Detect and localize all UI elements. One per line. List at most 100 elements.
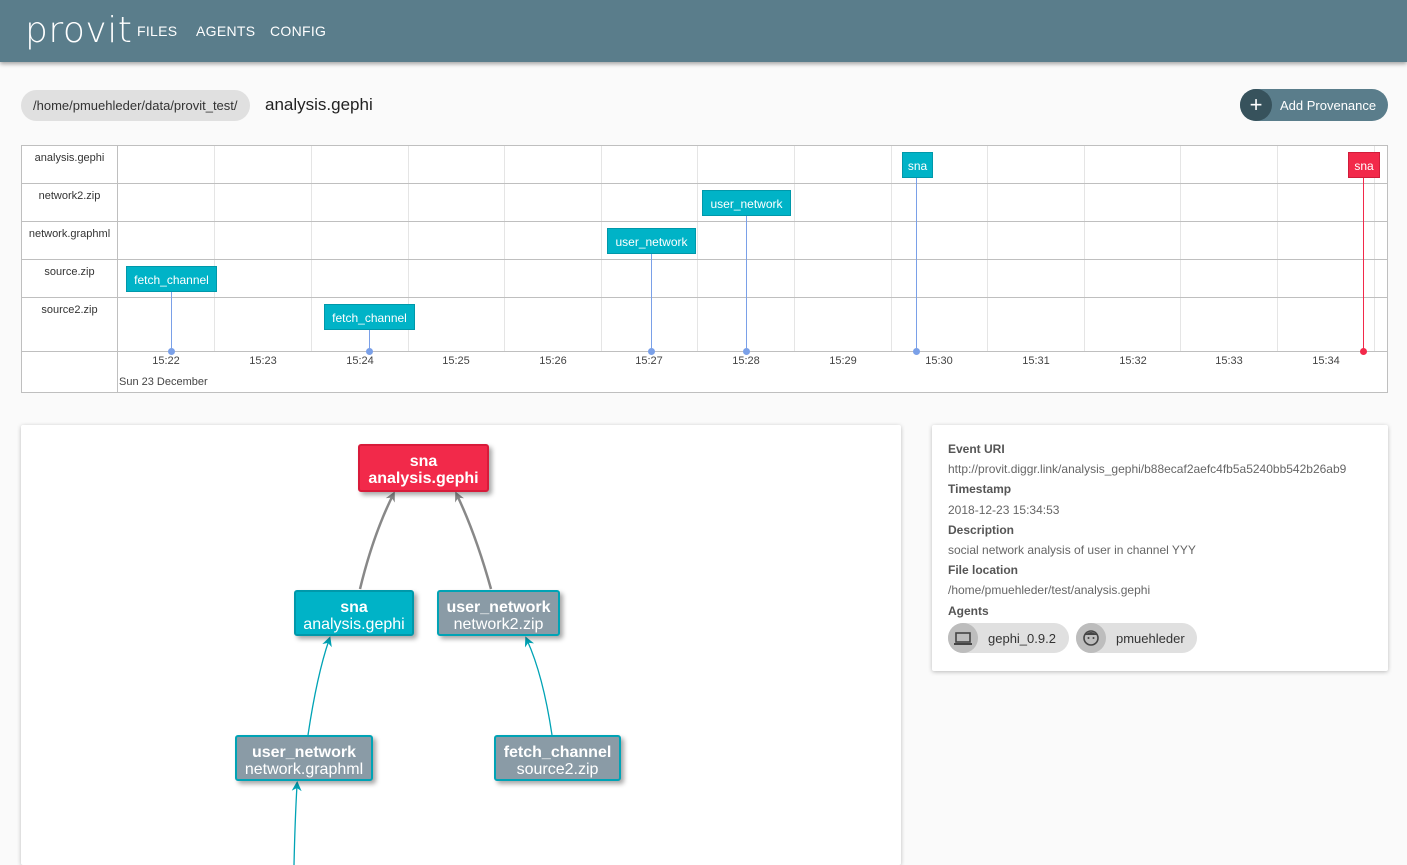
graph-edge [307,636,332,736]
file-location-value: /home/pmuehleder/test/analysis.gephi [948,583,1151,597]
event-uri-value: http://provit.diggr.link/analysis_gephi/… [948,462,1347,476]
timeline-event-user-network[interactable]: user_network [607,228,696,254]
timeline-event-fetch-channel[interactable]: fetch_channel [126,266,217,292]
time-tick-label: 15:24 [346,355,374,367]
node-file: analysis.gephi [368,470,479,487]
grid-line [1277,146,1278,352]
event-dot [913,348,920,355]
node-activity: user_network [251,744,357,761]
time-tick-label: 15:32 [1119,355,1147,367]
provenance-graph: sna analysis.gephi sna analysis.gephi us… [21,425,901,865]
time-tick-label: 15:25 [442,355,470,367]
graph-node-fetch-channel-2[interactable]: fetch_channel source2.zip [494,735,621,781]
grid-line [504,146,505,352]
agent-chip-gephi[interactable]: gephi_0.9.2 [948,623,1069,653]
agents-label: Agents [948,604,989,618]
timeline-row-label: network2.zip [38,190,101,202]
description-value: social network analysis of user in chann… [948,543,1196,557]
timestamp-label: Timestamp [948,482,1012,496]
graph-node-sna[interactable]: sna analysis.gephi [294,590,414,636]
event-stem [916,178,917,351]
event-stem [746,216,747,351]
timeline-row-label: source2.zip [41,304,98,316]
laptop-icon [948,623,978,653]
grid-line [987,146,988,352]
graph-edge [291,781,302,865]
row-divider [22,297,1387,298]
event-dot [168,348,175,355]
event-dot [366,348,373,355]
top-app-bar: provit FILES AGENTS CONFIG [0,0,1407,62]
agent-name: gephi_0.9.2 [988,631,1056,646]
time-tick-label: 15:31 [1022,355,1050,367]
row-divider [22,183,1387,184]
file-title: analysis.gephi [265,95,373,114]
plus-icon: + [1240,89,1272,121]
time-tick-label: 15:30 [925,355,953,367]
graph-edge [455,491,493,590]
timeline-row-label: analysis.gephi [34,152,105,164]
node-file: analysis.gephi [303,616,405,633]
grid-line [601,146,602,352]
app-logo[interactable]: provit [25,10,132,51]
grid-line [1084,146,1085,352]
event-dot [648,348,655,355]
time-tick-label: 15:28 [732,355,760,367]
nav-files[interactable]: FILES [137,23,177,39]
time-tick-label: 15:29 [829,355,857,367]
event-stem-selected [1363,178,1364,351]
time-tick-label: 15:23 [249,355,277,367]
nav-config[interactable]: CONFIG [270,23,326,39]
graph-node-user-network-graphml[interactable]: user_network network.graphml [235,735,373,781]
person-icon [1076,623,1106,653]
event-stem [171,292,172,351]
nav-agents[interactable]: AGENTS [196,23,255,39]
graph-node-sna-selected[interactable]: sna analysis.gephi [358,444,489,492]
event-dot-selected [1360,348,1367,355]
graph-edge [524,636,553,736]
node-activity: sna [409,453,438,470]
event-stem [651,254,652,351]
grid-line [794,146,795,352]
graph-node-user-network-2[interactable]: user_network network2.zip [437,590,560,636]
timeline-event-user-network[interactable]: user_network [702,190,791,216]
graph-edge [358,491,395,590]
node-file: source2.zip [516,761,599,778]
grid-line [311,146,312,352]
event-dot [743,348,750,355]
description-label: Description [948,523,1015,537]
time-tick-label: 15:22 [152,355,180,367]
row-divider [22,221,1387,222]
grid-line [1180,146,1181,352]
event-details-card: Event URI http://provit.diggr.link/analy… [932,425,1388,671]
file-location-label: File location [948,563,1019,577]
grid-line [891,146,892,352]
timeline-date: Sun 23 December [119,376,208,388]
timeline-row-label: source.zip [44,266,95,278]
grid-line [214,146,215,352]
timeline-row-label: network.graphml [28,228,111,240]
directory-path-chip[interactable]: /home/pmuehleder/data/provit_test/ [21,90,250,121]
add-provenance-button[interactable]: + Add Provenance [1240,89,1388,121]
row-divider [22,259,1387,260]
node-activity: fetch_channel [503,744,612,761]
row-divider [22,351,1387,352]
time-tick-label: 15:34 [1312,355,1340,367]
event-uri-label: Event URI [948,442,1005,456]
timestamp-value: 2018-12-23 15:34:53 [948,503,1060,517]
node-file: network2.zip [453,616,544,633]
timeline-event-sna[interactable]: sna [902,152,933,178]
time-tick-label: 15:26 [539,355,567,367]
timeline-event-fetch-channel[interactable]: fetch_channel [324,304,415,330]
agent-name: pmuehleder [1116,631,1185,646]
node-activity: user_network [446,599,551,616]
time-tick-label: 15:33 [1215,355,1243,367]
time-tick-label: 15:27 [635,355,663,367]
timeline-event-sna-selected[interactable]: sna [1348,152,1380,178]
agent-chip-pmuehleder[interactable]: pmuehleder [1076,623,1197,653]
add-provenance-label: Add Provenance [1280,98,1377,113]
node-activity: sna [340,599,368,616]
grid-line [697,146,698,352]
provenance-timeline: analysis.gephi network2.zip network.grap… [21,145,1388,393]
node-file: network.graphml [244,761,364,778]
